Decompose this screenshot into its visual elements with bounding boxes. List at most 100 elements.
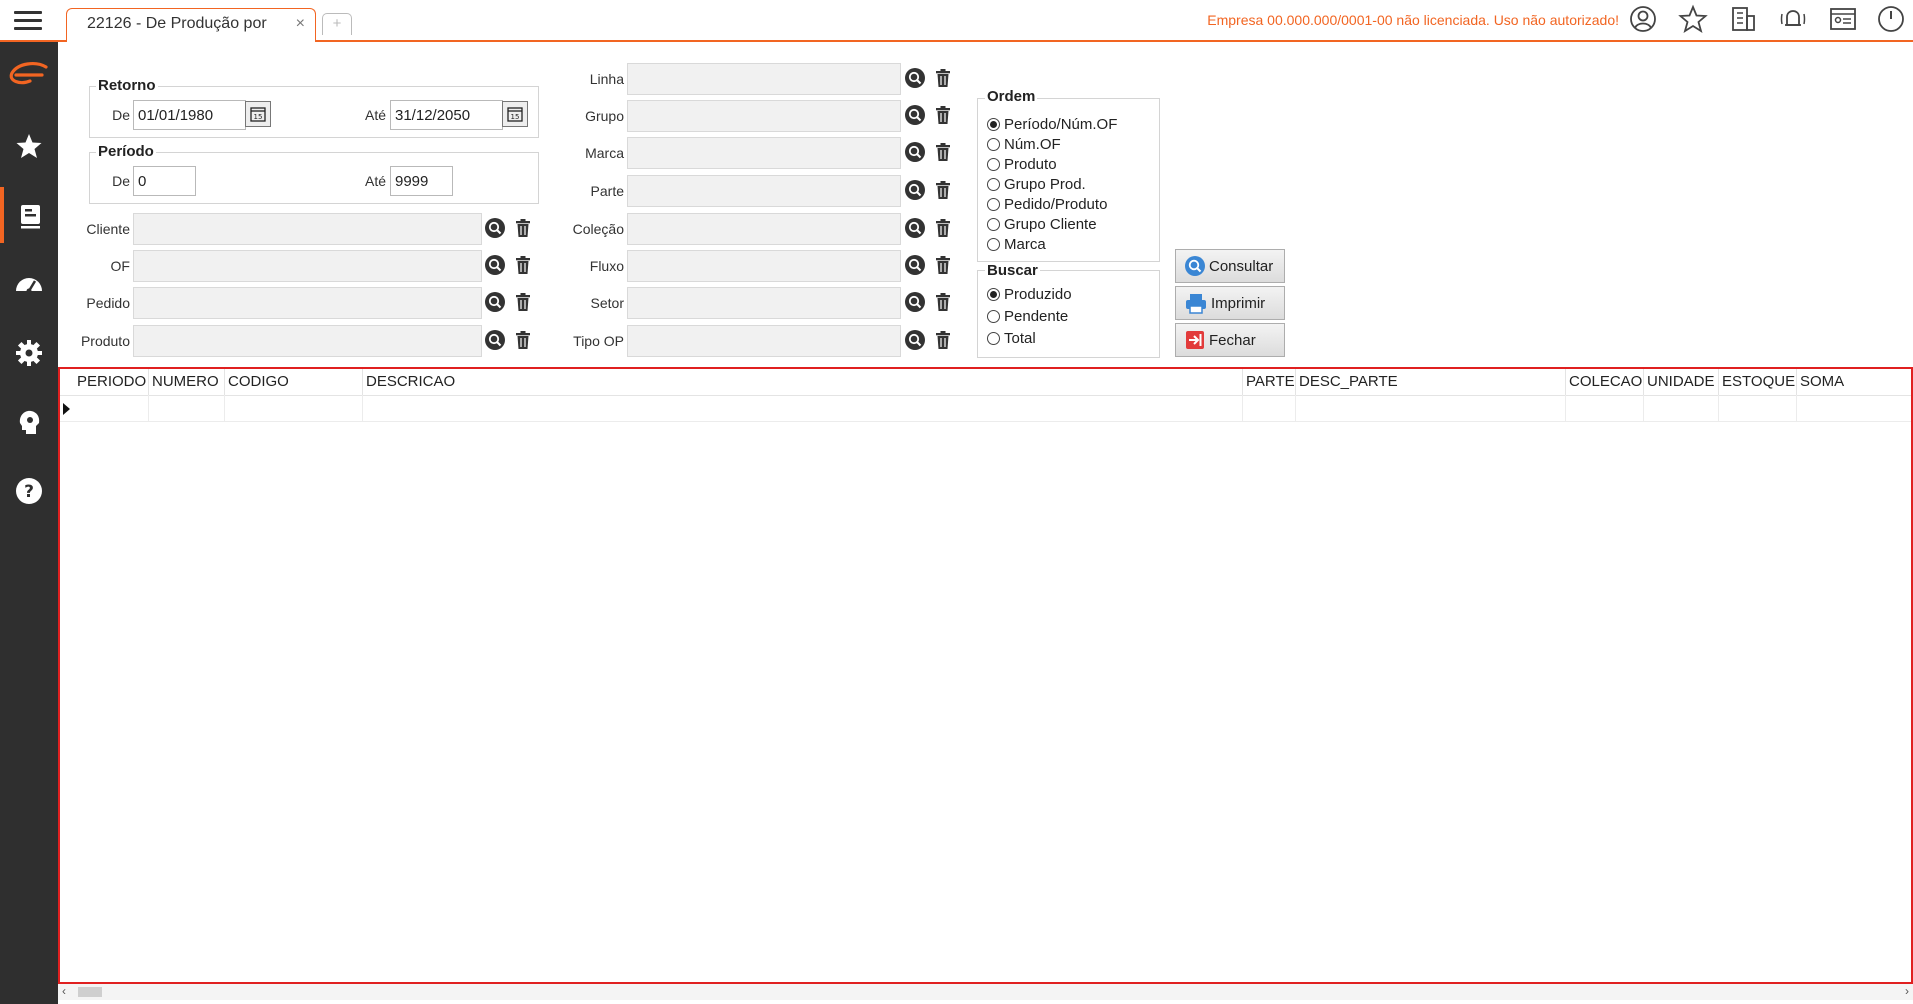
grupo-search-icon[interactable] <box>904 104 926 126</box>
of-search-icon[interactable] <box>484 254 506 276</box>
table-cell[interactable] <box>225 395 363 421</box>
ordem-option-num-of[interactable]: Núm.OF <box>987 136 1061 153</box>
pedido-trash-icon[interactable] <box>512 291 534 313</box>
retorno-de-calendar-icon[interactable]: 15 <box>245 101 271 127</box>
column-header-parte[interactable]: PARTE <box>1243 369 1296 395</box>
ordem-option-marca[interactable]: Marca <box>987 236 1046 253</box>
favorites-star-icon[interactable] <box>0 118 58 174</box>
colecao-trash-icon[interactable] <box>932 217 954 239</box>
tipo-op-input[interactable] <box>627 325 901 357</box>
notification-bell-icon[interactable] <box>1778 4 1812 38</box>
column-header-numero[interactable]: NUMERO <box>149 369 225 395</box>
linha-input[interactable] <box>627 63 901 95</box>
power-icon[interactable] <box>1876 4 1910 38</box>
parte-trash-icon[interactable] <box>932 179 954 201</box>
ordem-option-produto[interactable]: Produto <box>987 156 1057 173</box>
setor-input[interactable] <box>627 287 901 319</box>
table-cell[interactable] <box>363 395 1243 421</box>
pedido-search-icon[interactable] <box>484 291 506 313</box>
fluxo-trash-icon[interactable] <box>932 254 954 276</box>
horizontal-scrollbar[interactable]: ‹ › <box>58 984 1913 1000</box>
of-trash-icon[interactable] <box>512 254 534 276</box>
produto-input[interactable] <box>133 325 482 357</box>
column-header-desc-parte[interactable]: DESC_PARTE <box>1296 369 1566 395</box>
produto-search-icon[interactable] <box>484 329 506 351</box>
column-header-descricao[interactable]: DESCRICAO <box>363 369 1243 395</box>
help-icon[interactable]: ? <box>0 463 58 519</box>
logo-icon[interactable] <box>0 46 58 102</box>
user-icon[interactable] <box>1628 4 1662 38</box>
pedido-input[interactable] <box>133 287 482 319</box>
table-cell[interactable] <box>1566 395 1644 421</box>
colecao-search-icon[interactable] <box>904 217 926 239</box>
column-header-unidade[interactable]: UNIDADE <box>1644 369 1719 395</box>
ordem-option-pedido-produto[interactable]: Pedido/Produto <box>987 196 1107 213</box>
fechar-button[interactable]: Fechar <box>1175 323 1285 357</box>
radio-icon <box>987 238 1000 251</box>
of-input[interactable] <box>133 250 482 282</box>
hamburger-menu-icon[interactable] <box>12 6 44 34</box>
cliente-input[interactable] <box>133 213 482 245</box>
produto-trash-icon[interactable] <box>512 329 534 351</box>
marca-trash-icon[interactable] <box>932 141 954 163</box>
fluxo-input[interactable] <box>627 250 901 282</box>
scroll-right-icon[interactable]: › <box>1905 984 1909 998</box>
star-icon[interactable] <box>1678 4 1712 38</box>
column-header-soma[interactable]: SOMA <box>1797 369 1911 395</box>
tipo-op-trash-icon[interactable] <box>932 329 954 351</box>
buscar-option-total[interactable]: Total <box>987 330 1036 347</box>
radio-icon <box>987 178 1000 191</box>
periodo-ate-input[interactable] <box>390 166 453 196</box>
table-cell[interactable] <box>1719 395 1797 421</box>
setor-search-icon[interactable] <box>904 291 926 313</box>
column-header-colecao[interactable]: COLECAO <box>1566 369 1644 395</box>
table-cell[interactable] <box>149 395 225 421</box>
marca-search-icon[interactable] <box>904 141 926 163</box>
column-header-estoque[interactable]: ESTOQUE <box>1719 369 1797 395</box>
tab-close-icon[interactable]: × <box>296 15 305 33</box>
grupo-trash-icon[interactable] <box>932 104 954 126</box>
tipo-op-search-icon[interactable] <box>904 329 926 351</box>
retorno-de-date-input[interactable] <box>133 100 246 130</box>
colecao-input[interactable] <box>627 213 901 245</box>
parte-input[interactable] <box>627 175 901 207</box>
column-header-codigo[interactable]: CODIGO <box>225 369 363 395</box>
id-card-icon[interactable] <box>1828 4 1862 38</box>
cliente-trash-icon[interactable] <box>512 217 534 239</box>
table-cell[interactable] <box>1243 395 1296 421</box>
retorno-ate-calendar-icon[interactable]: 15 <box>502 101 528 127</box>
periodo-de-input[interactable] <box>133 166 196 196</box>
settings-gear-icon[interactable] <box>0 325 58 381</box>
tab-report[interactable]: 22126 - De Produção por × <box>66 8 316 42</box>
fluxo-search-icon[interactable] <box>904 254 926 276</box>
table-cell[interactable] <box>1644 395 1719 421</box>
marca-input[interactable] <box>627 137 901 169</box>
results-grid[interactable]: PERIODO NUMERO CODIGO DESCRICAO PARTE DE… <box>58 367 1913 984</box>
table-cell[interactable] <box>1797 395 1911 421</box>
parte-search-icon[interactable] <box>904 179 926 201</box>
table-cell[interactable] <box>74 395 149 421</box>
head-gear-icon[interactable] <box>0 394 58 450</box>
ordem-option-grupo-cliente[interactable]: Grupo Cliente <box>987 216 1097 233</box>
building-icon[interactable] <box>1728 4 1762 38</box>
buscar-option-pendente[interactable]: Pendente <box>987 308 1068 325</box>
grupo-input[interactable] <box>627 100 901 132</box>
cliente-search-icon[interactable] <box>484 217 506 239</box>
scroll-left-icon[interactable]: ‹ <box>62 984 66 998</box>
table-cell[interactable] <box>1296 395 1566 421</box>
linha-search-icon[interactable] <box>904 67 926 89</box>
column-header-periodo[interactable]: PERIODO <box>74 369 149 395</box>
ordem-option-periodo-num-of[interactable]: Período/Núm.OF <box>987 116 1117 133</box>
imprimir-button[interactable]: Imprimir <box>1175 286 1285 320</box>
reports-icon[interactable] <box>0 187 58 243</box>
consultar-button[interactable]: Consultar <box>1175 249 1285 283</box>
buscar-option-produzido[interactable]: Produzido <box>987 286 1072 303</box>
table-row[interactable] <box>60 395 1911 422</box>
retorno-ate-date-input[interactable] <box>390 100 503 130</box>
setor-trash-icon[interactable] <box>932 291 954 313</box>
dashboard-gauge-icon[interactable] <box>0 256 58 312</box>
ordem-option-grupo-prod[interactable]: Grupo Prod. <box>987 176 1086 193</box>
scrollbar-thumb[interactable] <box>78 987 102 997</box>
new-tab-button[interactable]: + <box>322 13 352 35</box>
linha-trash-icon[interactable] <box>932 67 954 89</box>
